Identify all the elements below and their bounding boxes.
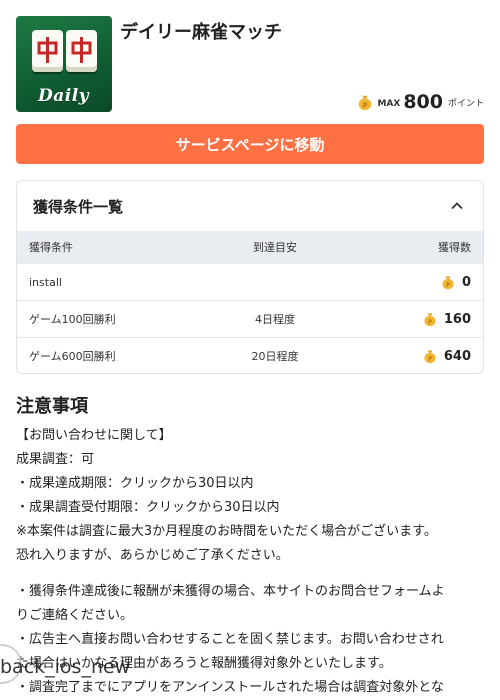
points-value: 160 [443, 311, 471, 327]
svg-text:P: P [428, 318, 432, 326]
mahjong-tile-icon [66, 30, 97, 72]
notes-line: ・成果達成期限：クリックから30日以内 [16, 476, 254, 491]
estimate-cell: 4日程度 [255, 313, 295, 326]
table-row: install P 0 [17, 263, 483, 300]
estimate-cell: 20日程度 [251, 350, 299, 363]
condition-cell: ゲーム100回勝利 [29, 313, 116, 326]
app-header: Daily デイリー麻雀マッチ P MAX 800 ポイント [16, 16, 484, 112]
money-bag-icon: P [442, 276, 454, 290]
mahjong-tile-icon [32, 30, 63, 72]
points-value: 0 [461, 274, 471, 290]
max-label: MAX [377, 99, 401, 109]
notes-title: 注意事項 [16, 396, 88, 417]
money-bag-icon: P [424, 313, 436, 327]
table-header: 獲得条件 到達目安 獲得数 [17, 231, 483, 263]
chevron-up-icon[interactable] [449, 198, 465, 214]
back-overlay[interactable]: back_ios_new [0, 640, 180, 690]
conditions-header[interactable]: 獲得条件一覧 [17, 181, 483, 231]
table-row: ゲーム600回勝利 20日程度 P 640 [17, 337, 483, 373]
points-cell: P 640 [353, 348, 483, 364]
condition-cell: ゲーム600回勝利 [29, 350, 116, 363]
money-bag-icon: P [424, 350, 436, 364]
notes-line: 【お問い合わせに関して】 [16, 428, 172, 443]
column-header: 到達目安 [253, 241, 297, 254]
column-header: 獲得条件 [29, 241, 73, 254]
notes-line: ・成果調査受付期限：クリックから30日以内 [16, 500, 280, 515]
table-row: ゲーム100回勝利 4日程度 P 160 [17, 300, 483, 337]
max-points: P MAX 800 ポイント [356, 90, 484, 112]
conditions-panel: 獲得条件一覧 獲得条件 到達目安 獲得数 install P 0 ゲーム100回… [16, 180, 484, 374]
notes-spacer [16, 568, 486, 580]
conditions-title: 獲得条件一覧 [33, 197, 124, 216]
notes-line: ※本案件は調査に最大3か月程度のお時間をいただく場合がございます。 [16, 524, 437, 539]
points-unit: ポイント [447, 99, 484, 109]
svg-text:P: P [428, 355, 432, 363]
points-cell: P 160 [353, 311, 483, 327]
service-page-button[interactable]: サービスページに移動 [16, 124, 484, 164]
back-button-label[interactable]: back_ios_new [0, 656, 130, 678]
points-cell: P 0 [353, 274, 483, 290]
svg-text:P: P [446, 281, 450, 289]
column-header: 獲得数 [438, 241, 471, 254]
money-bag-icon: P [359, 95, 372, 111]
daily-logo: Daily [38, 86, 90, 106]
condition-cell: install [29, 275, 62, 289]
points-value: 640 [443, 348, 471, 364]
app-title: デイリー麻雀マッチ [120, 22, 282, 43]
notes-line: 成果調査：可 [16, 452, 95, 467]
notes-line: 恐れ入りますが、あらかじめご了承ください。 [16, 548, 289, 563]
notes-line: りご連絡ください。 [16, 608, 134, 623]
svg-text:P: P [363, 100, 368, 109]
max-points-value: 800 [403, 91, 443, 113]
app-icon: Daily [16, 16, 112, 112]
notes-line: ・獲得条件達成後に報酬が未獲得の場合、本サイトのお問合せフォームよ [16, 584, 445, 599]
